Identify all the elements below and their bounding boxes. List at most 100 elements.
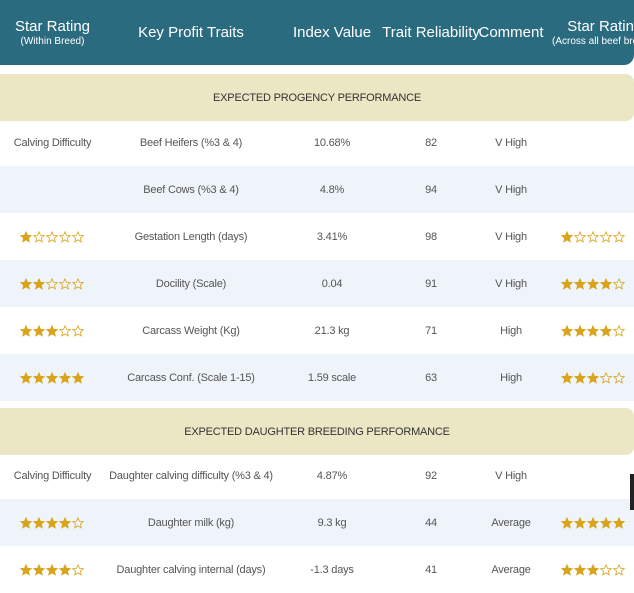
row-label: Calving Difficulty [13, 469, 92, 482]
header-star-rating-across-subtitle: (Across all beef breeds) [552, 35, 634, 47]
trait-reliability: 92 [425, 469, 437, 482]
star-filled-icon [20, 516, 32, 529]
star-filled-icon [560, 516, 573, 529]
trait-name: Daughter milk (kg) [147, 516, 235, 529]
star-empty-icon [599, 563, 612, 576]
star-filled-icon [573, 371, 586, 384]
star-rating-across-cell [552, 260, 634, 307]
star-empty-icon [612, 324, 625, 337]
star-rating-within-cell [0, 354, 105, 401]
star-empty-icon [612, 277, 625, 290]
index-value: 21.3 kg [314, 324, 350, 337]
table-row: Carcass Weight (Kg) 21.3 kg 71 High [0, 307, 634, 354]
star-rating-across [560, 516, 626, 529]
star-filled-icon [20, 324, 32, 337]
comment: V High [495, 183, 527, 196]
star-empty-icon [573, 230, 586, 243]
star-filled-icon [573, 324, 586, 337]
star-filled-icon [599, 277, 612, 290]
star-filled-icon [560, 230, 573, 243]
star-empty-icon [59, 277, 71, 290]
star-empty-icon [612, 563, 625, 576]
scrollbar-thumb[interactable] [630, 474, 634, 510]
star-empty-icon [46, 230, 58, 243]
index-value: 3.41% [316, 230, 348, 243]
trait-reliability: 41 [425, 563, 437, 576]
star-rating-across-cell [552, 307, 634, 354]
star-filled-icon [46, 324, 58, 337]
star-filled-icon [599, 516, 612, 529]
star-filled-icon [612, 516, 625, 529]
table-row: Daughter milk (kg) 9.3 kg 44 Average [0, 499, 634, 546]
star-rating-within [20, 230, 85, 243]
sire-index-table: Star Rating (Within Breed) Key Profit Tra… [0, 0, 634, 577]
star-rating-across [560, 563, 626, 576]
star-empty-icon [72, 277, 84, 290]
star-empty-icon [72, 516, 84, 529]
star-rating-across [560, 324, 626, 337]
table-row: Calving Difficulty Beef Heifers (%3 & 4) 1… [0, 119, 634, 166]
star-filled-icon [46, 516, 58, 529]
star-filled-icon [59, 563, 71, 576]
star-filled-icon [46, 563, 58, 576]
trait-name: Daughter calving internal (days) [116, 563, 266, 576]
star-empty-icon [46, 277, 58, 290]
trait-reliability: 44 [425, 516, 437, 529]
star-empty-icon [586, 230, 599, 243]
header-star-rating-across-title: Star Rating [567, 17, 634, 35]
header-comment-label: Comment [478, 24, 544, 41]
star-filled-icon [33, 277, 45, 290]
comment: High [500, 324, 522, 337]
comment: High [500, 371, 522, 384]
star-filled-icon [72, 371, 84, 384]
star-rating-across-cell [552, 546, 634, 593]
section-header-progeny: EXPECTED PROGENCY PERFORMANCE [0, 74, 634, 121]
star-filled-icon [586, 516, 599, 529]
header-index-value: Index Value [272, 0, 392, 65]
star-filled-icon [573, 516, 586, 529]
star-rating-within [20, 277, 85, 290]
trait-reliability: 63 [425, 371, 437, 384]
star-filled-icon [20, 230, 32, 243]
table-row: Beef Cows (%3 & 4) 4.8% 94 V High [0, 166, 634, 213]
trait-name: Docility (Scale) [155, 277, 227, 290]
star-filled-icon [560, 277, 573, 290]
index-value: 0.04 [321, 277, 343, 290]
star-empty-icon [599, 371, 612, 384]
comment: Average [491, 563, 531, 576]
row-label: Calving Difficulty [13, 136, 92, 149]
table-header: Star Rating (Within Breed) Key Profit Tra… [0, 0, 634, 65]
trait-reliability: 94 [425, 183, 437, 196]
star-filled-icon [560, 324, 573, 337]
index-value: 1.59 scale [307, 371, 357, 384]
trait-name: Carcass Weight (Kg) [142, 324, 240, 337]
star-filled-icon [20, 563, 32, 576]
header-key-profit-traits-label: Key Profit Traits [138, 24, 244, 41]
header-trait-reliability: Trait Reliability [382, 0, 480, 65]
trait-reliability: 82 [425, 136, 437, 149]
star-rating-within [20, 563, 85, 576]
index-value: 10.68% [313, 136, 351, 149]
section-title: EXPECTED DAUGHTER BREEDING PERFORMANCE [184, 425, 450, 438]
star-filled-icon [20, 371, 32, 384]
table-row: Docility (Scale) 0.04 91 V High [0, 260, 634, 307]
star-rating-within [20, 516, 85, 529]
comment: V High [495, 230, 527, 243]
table-row: Gestation Length (days) 3.41% 98 V High [0, 213, 634, 260]
star-rating-within-cell [0, 213, 105, 260]
star-empty-icon [612, 371, 625, 384]
index-value: 4.8% [319, 183, 345, 196]
trait-reliability: 71 [425, 324, 437, 337]
index-value: 4.87% [316, 469, 348, 482]
star-empty-icon [612, 230, 625, 243]
trait-name: Daughter calving difficulty (%3 & 4) [109, 469, 273, 482]
star-rating-within-cell [0, 499, 105, 546]
section-header-daughter: EXPECTED DAUGHTER BREEDING PERFORMANCE [0, 408, 634, 455]
index-value: 9.3 kg [317, 516, 347, 529]
header-comment: Comment [470, 0, 552, 65]
star-rating-within [20, 371, 85, 384]
star-filled-icon [573, 277, 586, 290]
star-empty-icon [72, 230, 84, 243]
star-filled-icon [33, 516, 45, 529]
star-filled-icon [46, 371, 58, 384]
